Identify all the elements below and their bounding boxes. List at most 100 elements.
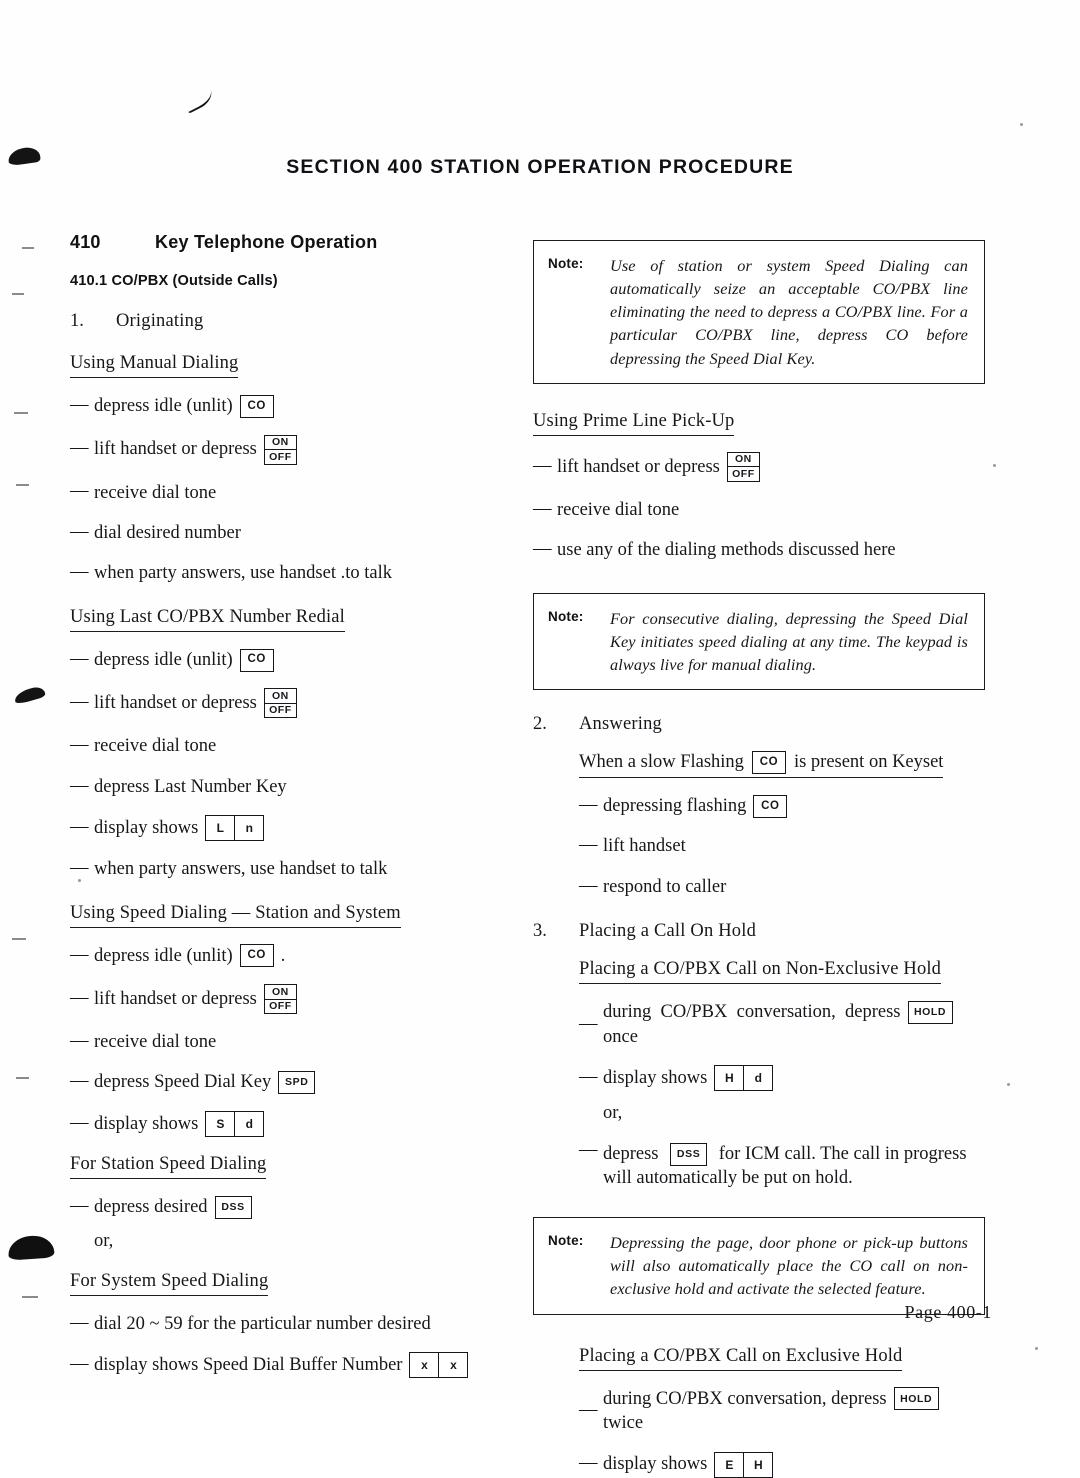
heading-last-number-redial-wrap: Using Last CO/PBX Number Redial	[70, 606, 510, 632]
off-label: OFF	[269, 450, 292, 463]
list-item: — depress Last Number Key	[70, 775, 510, 799]
heading-last-number-redial: Using Last CO/PBX Number Redial	[70, 606, 345, 632]
step-text: lift handset or depress	[94, 693, 257, 714]
heading-non-exclusive-hold: Placing a CO/PBX Call on Non-Exclusive H…	[579, 958, 942, 985]
list-item: — during CO/PBX conversation, depress HO…	[579, 1000, 985, 1049]
note-text: Depressing the page, door phone or pick-…	[610, 1233, 968, 1299]
list-item: — depress desired DSS	[70, 1195, 510, 1219]
document-page: SECTION 400 STATION OPERATION PROCEDURE …	[0, 0, 1080, 1478]
dash-icon: —	[579, 1399, 598, 1420]
heading-slow-flashing: When a slow Flashing CO is present on Ke…	[579, 751, 944, 779]
dash-icon: —	[70, 1354, 89, 1375]
step-text: depress idle (unlit)	[94, 945, 233, 966]
or-text: or,	[603, 1103, 623, 1124]
list-item: — depress idle (unlit) CO .	[70, 944, 510, 968]
dash-icon: —	[70, 562, 89, 583]
heading-speed-dialing: Using Speed Dialing — Station and System	[70, 902, 401, 928]
co-key-icon: CO	[753, 794, 788, 818]
step-text: display shows	[94, 1113, 199, 1134]
list-item: — lift handset or depress ON OFF	[70, 688, 510, 719]
off-label: OFF	[732, 467, 755, 480]
display-cell: d	[234, 1111, 263, 1136]
dash-icon: —	[579, 1066, 598, 1087]
dash-icon: —	[579, 875, 598, 896]
section-heading: 410 Key Telephone Operation	[70, 232, 510, 253]
scan-artifact-mark	[22, 1296, 38, 1298]
display-cell: H	[724, 1071, 734, 1086]
section-title: Key Telephone Operation	[155, 232, 378, 252]
list-item: — during CO/PBX conversation, depress HO…	[579, 1387, 985, 1436]
list-label: Placing a Call On Hold	[579, 921, 757, 942]
heading-manual-dialing-wrap: Using Manual Dialing	[70, 352, 510, 379]
list-item: — use any of the dialing methods discuss…	[533, 538, 985, 562]
step-text: display shows	[603, 1068, 708, 1089]
list-item: — display shows E H	[579, 1451, 985, 1478]
display-indicator: S d	[205, 1110, 265, 1137]
step-text-after: once	[603, 1026, 638, 1047]
scan-artifact-speck	[1007, 1083, 1010, 1086]
step-text: when party answers, use handset to talk	[94, 859, 388, 880]
dash-icon: —	[70, 692, 89, 713]
list-item: — receive dial tone	[70, 734, 510, 758]
heading-exclusive-hold-wrap: Placing a CO/PBX Call on Exclusive Hold	[579, 1345, 985, 1371]
dash-icon: —	[70, 816, 89, 837]
section-number: 410	[70, 232, 101, 252]
note-text: Use of station or system Speed Dialing c…	[610, 256, 968, 368]
scan-artifact-mark	[16, 1077, 29, 1079]
on-label: ON	[727, 453, 759, 468]
speed-dial-key-icon: SPD	[278, 1071, 316, 1095]
hold-key-icon: HOLD	[907, 1001, 953, 1025]
list-item: — display shows H d	[579, 1065, 985, 1092]
scan-artifact-speck	[993, 464, 996, 467]
dash-icon: —	[70, 521, 89, 542]
display-indicator: E H	[714, 1451, 774, 1478]
step-text: dial 20 ~ 59 for the particular number d…	[94, 1313, 431, 1334]
dash-icon: —	[70, 438, 89, 459]
note-box-page-door-phone: Note: Depressing the page, door phone or…	[533, 1217, 985, 1315]
step-text: lift handset or depress	[94, 988, 257, 1009]
step-text: receive dial tone	[94, 736, 217, 757]
heading-text-after: is present on Keyset	[793, 752, 944, 773]
step-text: depress idle (unlit)	[94, 649, 233, 670]
step-text: depress Speed Dial Key	[94, 1072, 272, 1093]
step-text: lift handset or depress	[557, 456, 720, 477]
display-cell: S	[216, 1116, 225, 1131]
left-column: 410 Key Telephone Operation 410.1 CO/PBX…	[70, 232, 510, 1379]
dash-icon: —	[579, 795, 598, 816]
step-text: receive dial tone	[557, 499, 680, 520]
step-text-after: twice	[603, 1413, 644, 1434]
heading-exclusive-hold: Placing a CO/PBX Call on Exclusive Hold	[579, 1345, 903, 1371]
dash-icon: —	[70, 648, 89, 669]
dash-icon: —	[70, 735, 89, 756]
list-item: — lift handset or depress ON OFF	[70, 984, 510, 1015]
step-text: depress desired	[94, 1196, 208, 1217]
heading-system-speed-dialing: For System Speed Dialing	[70, 1270, 269, 1296]
list-item: — receive dial tone	[70, 1030, 510, 1054]
list-item: — lift handset	[579, 834, 985, 858]
heading-speed-dialing-wrap: Using Speed Dialing — Station and System	[70, 902, 510, 928]
list-item: — depress idle (unlit) CO	[70, 394, 510, 418]
dss-key-icon: DSS	[214, 1195, 252, 1219]
step-text: depress idle (unlit)	[94, 396, 233, 417]
display-cell: L	[216, 821, 224, 836]
trailing-period: .	[280, 945, 286, 966]
dash-icon: —	[579, 1453, 598, 1474]
scan-artifact-swoosh-icon	[180, 82, 216, 114]
list-number: 3.	[533, 921, 547, 942]
off-label: OFF	[269, 704, 292, 717]
list-item: — receive dial tone	[70, 481, 510, 505]
list-number: 2.	[533, 714, 547, 735]
note-box-speed-dialing: Note: Use of station or system Speed Dia…	[533, 240, 985, 384]
dash-icon: —	[533, 455, 552, 476]
list-item-originating: 1. Originating	[70, 311, 510, 332]
display-indicator: x x	[409, 1352, 469, 1379]
list-item: — dial 20 ~ 59 for the particular number…	[70, 1312, 510, 1336]
dash-icon: —	[533, 498, 552, 519]
heading-station-speed-dialing-wrap: For Station Speed Dialing	[70, 1153, 510, 1179]
list-item: — receive dial tone	[533, 498, 985, 522]
scan-artifact-mark	[16, 484, 29, 486]
list-item: — display shows L n	[70, 815, 510, 842]
step-text: receive dial tone	[94, 482, 217, 503]
step-text-after: for ICM call. The call in progress will …	[603, 1143, 967, 1189]
step-text: depress	[603, 1143, 659, 1164]
